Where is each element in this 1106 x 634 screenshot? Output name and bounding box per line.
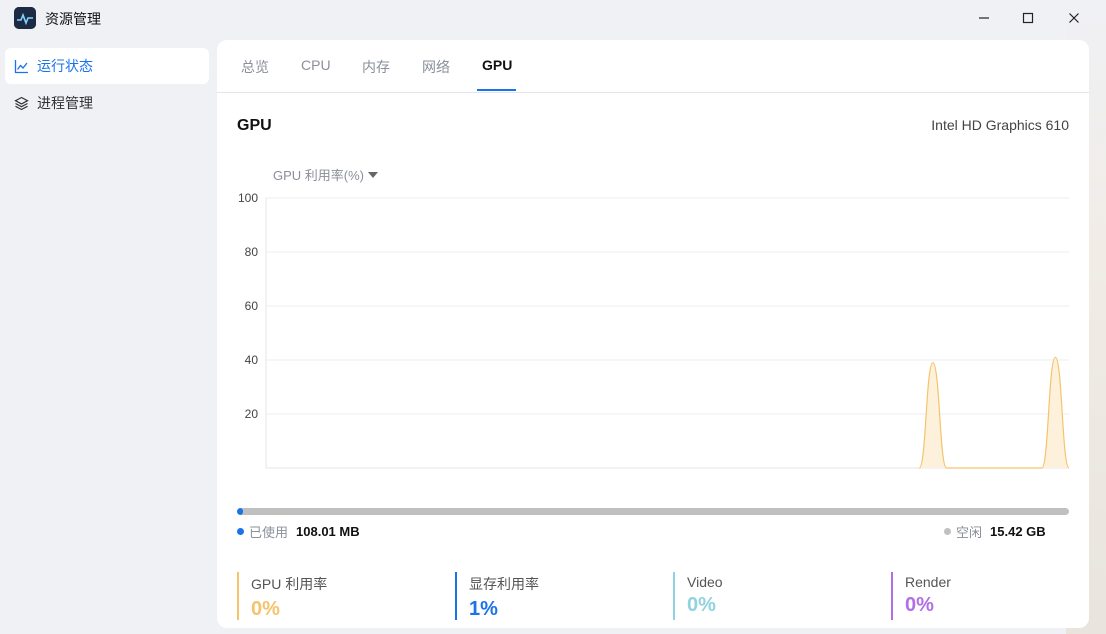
stat-name: Render [905, 574, 951, 590]
tab-network[interactable]: 网络 [422, 57, 450, 93]
free-value: 15.42 GB [990, 524, 1046, 539]
stat-value: 0% [905, 594, 934, 616]
sidebar-item-processes[interactable]: 进程管理 [5, 85, 209, 121]
caret-down-icon [368, 171, 379, 178]
activity-monitor-icon [14, 7, 36, 29]
tab-cpu[interactable]: CPU [301, 57, 331, 93]
stat-value: 0% [687, 594, 716, 616]
layers-icon [14, 96, 29, 110]
tab-gpu[interactable]: GPU [482, 57, 512, 93]
stat-color-bar [891, 572, 893, 620]
stat-color-bar [237, 572, 239, 620]
used-dot [237, 528, 244, 535]
stat-video: Video 0% [673, 572, 723, 620]
free-label: 空闲 [956, 525, 983, 540]
minimize-button[interactable] [971, 6, 997, 30]
used-label: 已使用 [249, 525, 289, 540]
stat-color-bar [455, 572, 457, 620]
y-tick-label: 40 [245, 353, 259, 367]
stat-vram-utilization: 显存利用率 1% [455, 572, 539, 620]
sidebar-item-status[interactable]: 运行状态 [5, 48, 209, 84]
memory-used-legend: 已使用 108.01 MB [237, 522, 360, 541]
memory-free-legend: 空闲 15.42 GB [944, 522, 1046, 541]
sidebar-item-label: 进程管理 [37, 95, 93, 111]
chart-axis [265, 198, 1069, 469]
sidebar-item-label: 运行状态 [37, 58, 93, 74]
tab-bar: 总览 CPU 内存 网络 GPU [217, 40, 1089, 93]
line-chart-icon [14, 59, 28, 73]
memory-usage-bar [237, 508, 1069, 515]
stat-value: 1% [469, 598, 498, 620]
maximize-icon [1022, 12, 1034, 24]
main-panel: 总览 CPU 内存 网络 GPU GPU Intel HD Graphics 6… [217, 40, 1089, 628]
section-title: GPU [237, 117, 272, 134]
title-bar: 资源管理 [0, 0, 1106, 36]
used-value: 108.01 MB [296, 524, 360, 539]
tab-overview[interactable]: 总览 [241, 57, 269, 93]
minimize-icon [979, 17, 989, 19]
y-tick-label: 80 [245, 245, 259, 259]
active-tab-indicator [477, 89, 516, 91]
memory-usage-fill [237, 508, 243, 515]
stat-name: GPU 利用率 [251, 576, 328, 592]
metric-dropdown[interactable]: GPU 利用率(%) [273, 165, 379, 184]
tab-memory[interactable]: 内存 [362, 57, 390, 93]
app-title: 资源管理 [45, 11, 101, 27]
gpu-usage-area [919, 357, 1069, 468]
stat-gpu-utilization: GPU 利用率 0% [237, 572, 327, 620]
gpu-usage-chart: 100 80 60 40 20 [238, 191, 1070, 469]
free-dot [944, 528, 951, 535]
close-icon [1069, 13, 1079, 23]
maximize-button[interactable] [1015, 6, 1041, 30]
close-button[interactable] [1061, 6, 1087, 30]
stat-name: 显存利用率 [469, 576, 539, 592]
stat-color-bar [673, 572, 675, 620]
gpu-model: Intel HD Graphics 610 [931, 117, 1069, 133]
stat-value: 0% [251, 598, 280, 620]
y-tick-label: 60 [245, 299, 259, 313]
y-tick-label: 20 [245, 407, 259, 421]
stat-render: Render 0% [891, 572, 951, 620]
metric-dropdown-label: GPU 利用率(%) [273, 168, 365, 183]
y-tick-label: 100 [238, 191, 258, 205]
stat-name: Video [687, 574, 723, 590]
